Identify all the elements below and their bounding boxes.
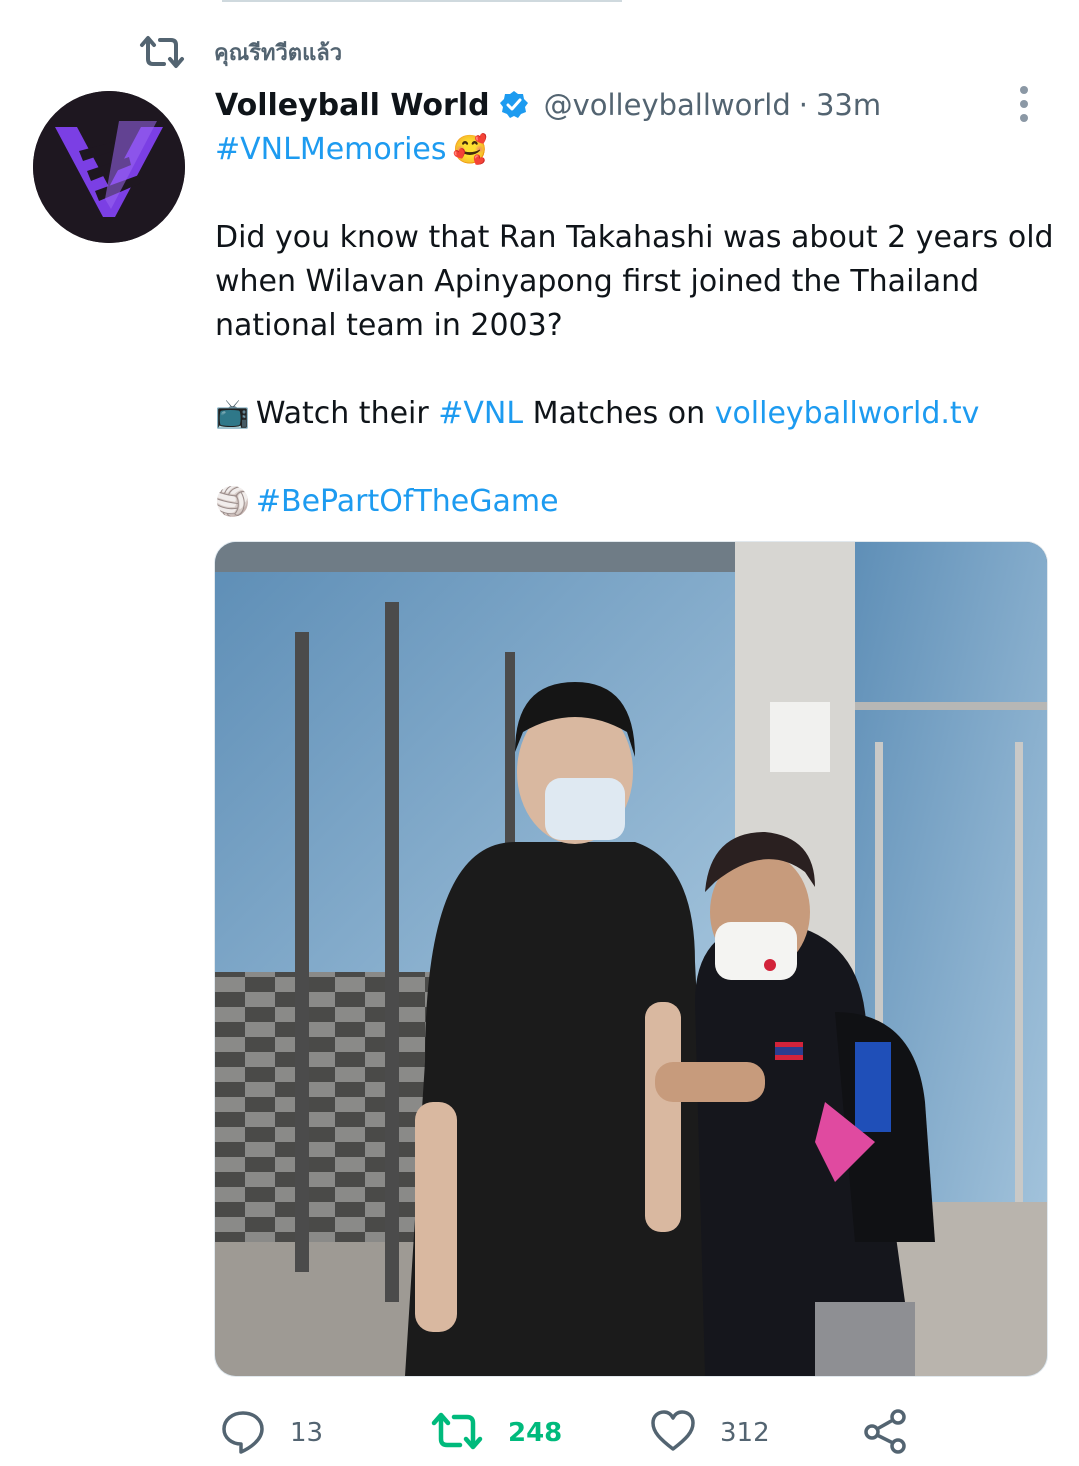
share-icon: [862, 1408, 910, 1458]
hashtag-vnl[interactable]: #VNL: [438, 392, 523, 436]
like-icon: [650, 1409, 696, 1457]
tweet-line-3: when Wilavan Apinyapong first joined the…: [215, 264, 980, 299]
tweet-timestamp[interactable]: 33m: [816, 88, 881, 122]
smiling-hearts-emoji: 🥰: [452, 133, 488, 166]
reply-count: 13: [290, 1418, 324, 1448]
header-separator: ·: [798, 88, 808, 122]
like-count: 312: [720, 1418, 770, 1448]
more-options-icon[interactable]: [1006, 84, 1042, 124]
retweet-count: 248: [508, 1418, 563, 1448]
volleyballworld-tv-link[interactable]: volleyballworld.tv: [715, 392, 980, 436]
reply-button[interactable]: 13: [220, 1400, 323, 1466]
tweet-body: #VNLMemories 🥰 Did you know that Ran Tak…: [215, 128, 1055, 524]
top-divider: [222, 0, 622, 2]
television-emoji: 📺: [215, 397, 250, 430]
hashtag-bepartofthegame[interactable]: #BePartOfTheGame: [256, 480, 559, 524]
reply-icon: [220, 1408, 266, 1458]
tweet-actions: 13 248 312: [214, 1400, 1014, 1466]
retweet-context-label: คุณรีทวีตแล้ว: [214, 40, 343, 66]
tweet-line-2: Did you know that Ran Takahashi was abou…: [215, 220, 1054, 255]
tweet-line-5: 📺 Watch their #VNL Matches on volleyball…: [215, 392, 1055, 436]
retweet-button[interactable]: 248: [430, 1400, 562, 1466]
tweet-line-4: national team in 2003?: [215, 308, 563, 343]
watch-text: Watch their: [255, 396, 439, 431]
like-button[interactable]: 312: [650, 1400, 770, 1466]
author-handle[interactable]: @volleyballworld: [544, 88, 791, 122]
tweet-line-1: #VNLMemories 🥰: [215, 128, 1055, 172]
retweet-icon: [138, 30, 188, 74]
author-name[interactable]: Volleyball World: [215, 88, 490, 123]
tweet-photo[interactable]: [214, 541, 1048, 1377]
tweet-line-6: 🏐 #BePartOfTheGame: [215, 480, 1055, 524]
matches-text: Matches on: [523, 396, 715, 431]
retweet-icon: [430, 1411, 484, 1455]
tweet-header: Volleyball World @volleyballworld · 33m: [215, 82, 881, 128]
author-avatar[interactable]: [33, 91, 185, 243]
retweet-context[interactable]: คุณรีทวีตแล้ว: [138, 30, 342, 74]
volleyball-emoji: 🏐: [215, 485, 250, 518]
hashtag-vnlmemories[interactable]: #VNLMemories: [215, 128, 447, 172]
verified-badge-icon: [498, 89, 530, 121]
share-button[interactable]: [862, 1400, 910, 1466]
